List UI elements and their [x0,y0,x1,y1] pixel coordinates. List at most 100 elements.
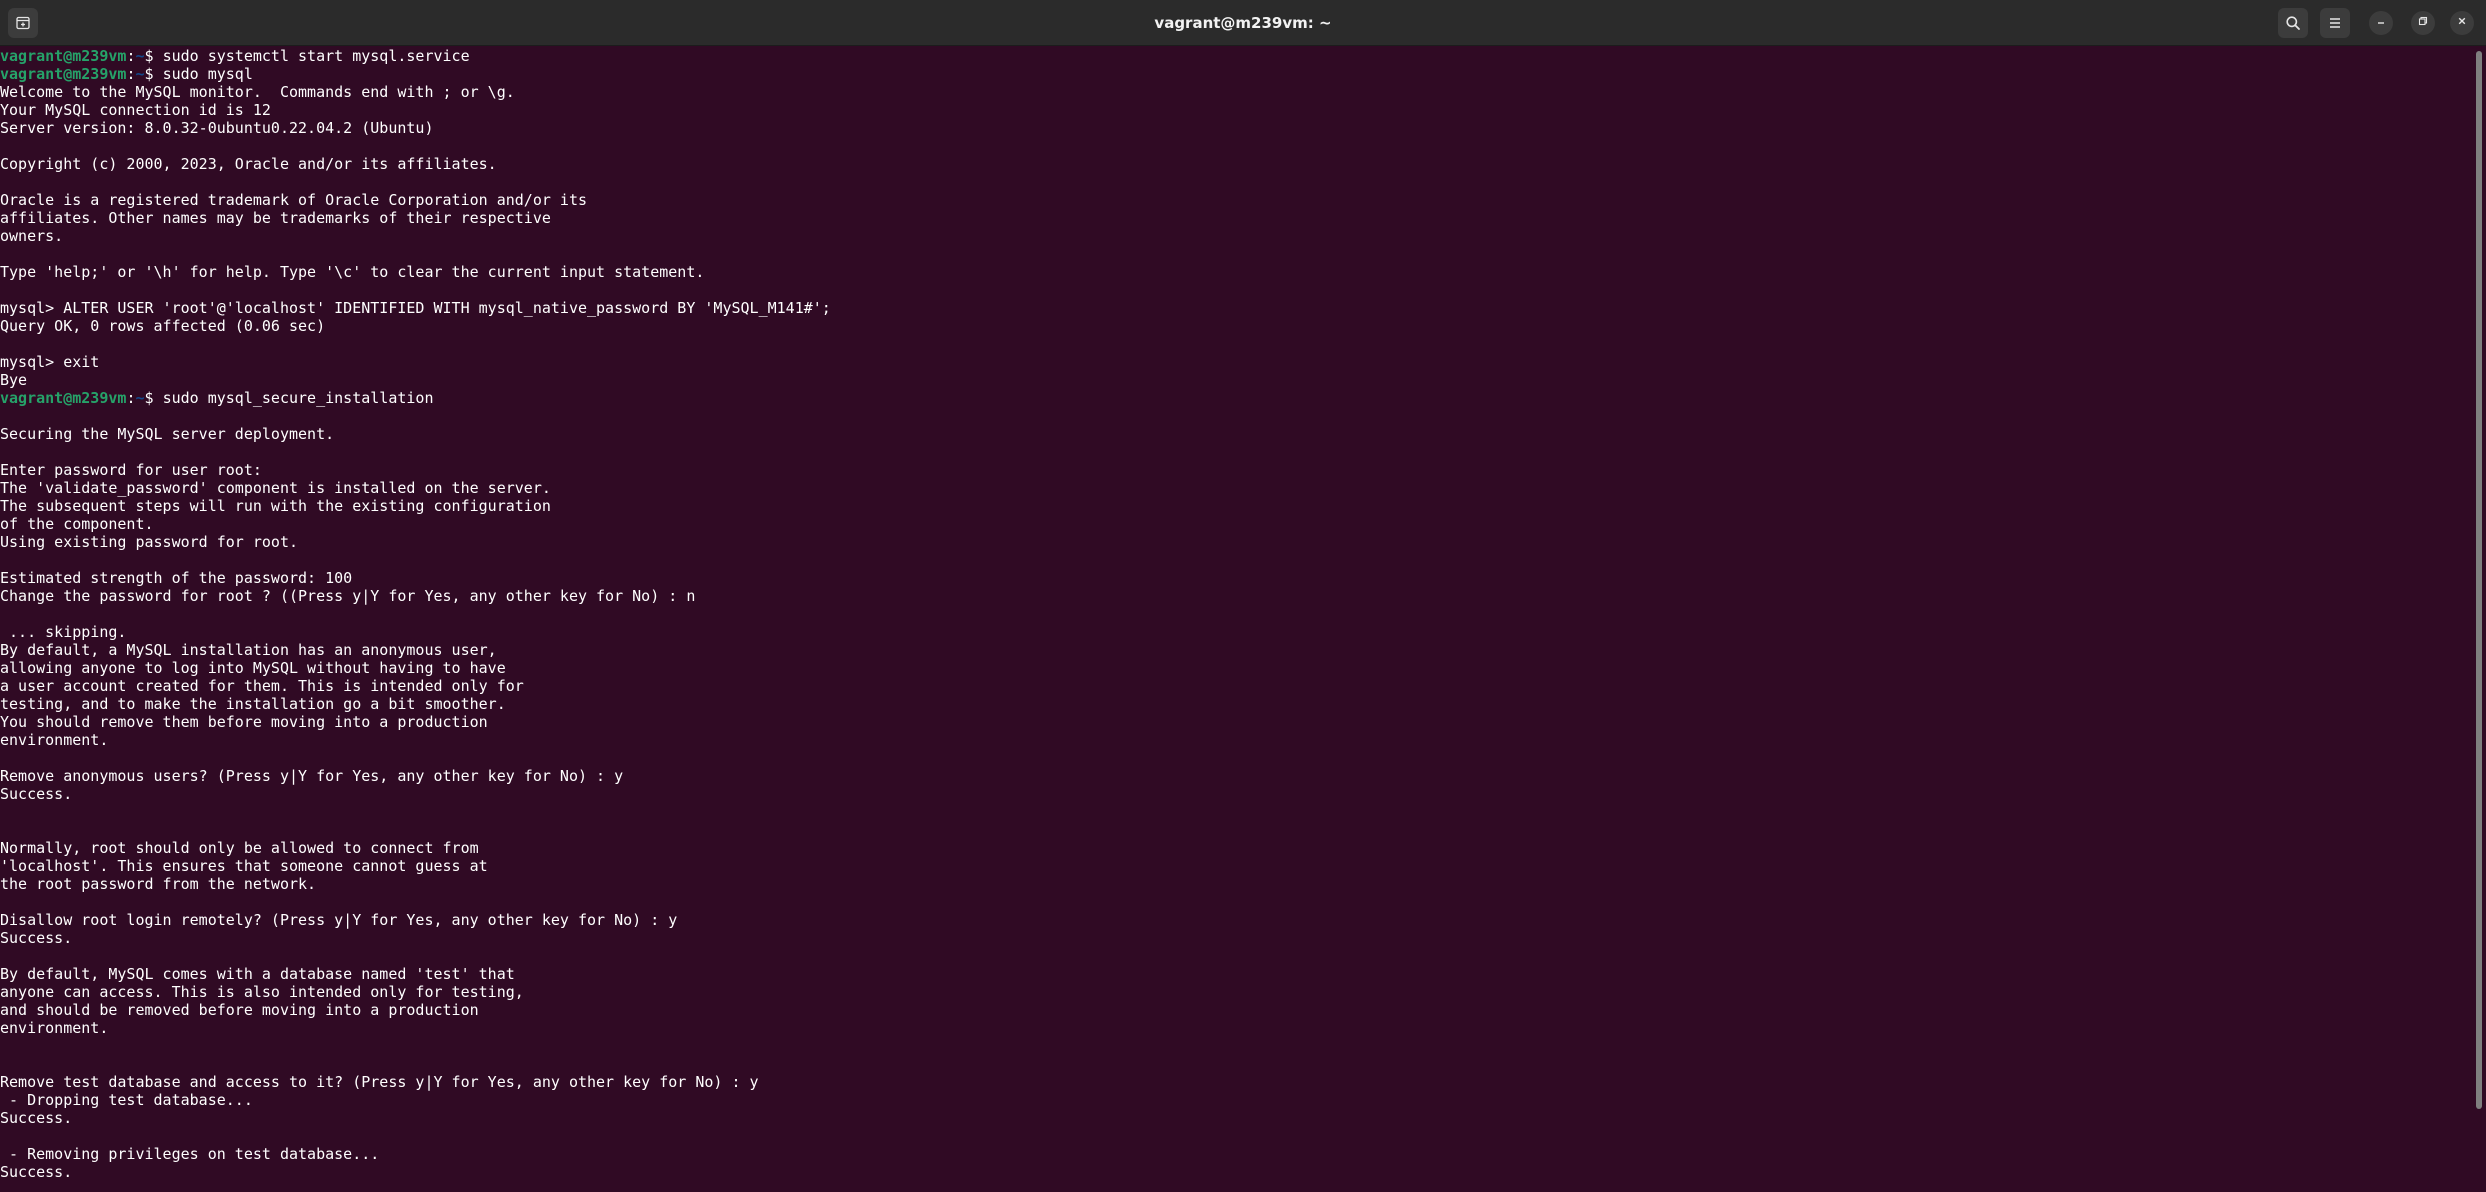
terminal-output-line [0,821,2472,839]
terminal-output-line [0,947,2472,965]
terminal-output-line: By default, a MySQL installation has an … [0,641,2472,659]
terminal-output-line [0,551,2472,569]
terminal-output-line: Enter password for user root: [0,461,2472,479]
terminal-output-line: anyone can access. This is also intended… [0,983,2472,1001]
search-icon [2285,15,2301,31]
prompt-path: ~ [135,389,145,407]
terminal-output-line: Oracle is a registered trademark of Orac… [0,191,2472,209]
output-text: owners. [0,227,64,245]
output-text: - Removing privileges on test database..… [0,1145,380,1163]
output-text: ... skipping. [0,623,127,641]
terminal-output-line: ... skipping. [0,623,2472,641]
menu-button[interactable] [2320,8,2350,38]
terminal-command-line: vagrant@m239vm:~$ sudo mysql [0,65,2472,83]
prompt-symbol: $ [144,389,163,407]
output-text: Oracle is a registered trademark of Orac… [0,191,587,209]
output-text: - Dropping test database... [0,1091,253,1109]
output-text: Enter password for user root: [0,461,271,479]
output-text: Change the password for root ? ((Press y… [0,587,696,605]
terminal-output-line: Success. [0,1163,2472,1181]
output-text: Query OK, 0 rows affected (0.06 sec) [0,317,326,335]
terminal-output-line [0,749,2472,767]
output-text: Securing the MySQL server deployment. [0,425,335,443]
terminal-output-line [0,443,2472,461]
terminal-output-line [0,137,2472,155]
terminal-output-line: of the component. [0,515,2472,533]
output-text: Remove anonymous users? (Press y|Y for Y… [0,767,624,785]
output-text: Copyright (c) 2000, 2023, Oracle and/or … [0,155,497,173]
output-text: environment. [0,1019,109,1037]
terminal-output-line: Disallow root login remotely? (Press y|Y… [0,911,2472,929]
terminal-output-line: By default, MySQL comes with a database … [0,965,2472,983]
terminal-output-line: Server version: 8.0.32-0ubuntu0.22.04.2 … [0,119,2472,137]
output-text: Using existing password for root. [0,533,299,551]
output-text: testing, and to make the installation go… [0,695,506,713]
terminal-output-line: Securing the MySQL server deployment. [0,425,2472,443]
output-text: The subsequent steps will run with the e… [0,497,551,515]
maximize-icon [2417,14,2429,32]
output-text: mysql> exit [0,353,100,371]
terminal-output-line: mysql> ALTER USER 'root'@'localhost' IDE… [0,299,2472,317]
prompt-symbol: $ [144,47,163,65]
terminal-output-line: Bye [0,371,2472,389]
minimize-button[interactable] [2369,11,2393,35]
terminal-output-line: Success. [0,929,2472,947]
terminal-output-line: environment. [0,1019,2472,1037]
prompt-user-host: vagrant@m239vm [0,47,127,65]
output-text: anyone can access. This is also intended… [0,983,524,1001]
output-text: By default, MySQL comes with a database … [0,965,515,983]
terminal-output-line: environment. [0,731,2472,749]
output-text: Welcome to the MySQL monitor. Commands e… [0,83,515,101]
terminal-output-line [0,803,2472,821]
terminal-output-line: Your MySQL connection id is 12 [0,101,2472,119]
terminal-output-line: Type 'help;' or '\h' for help. Type '\c'… [0,263,2472,281]
close-icon [2456,14,2468,32]
output-text: 'localhost'. This ensures that someone c… [0,857,488,875]
terminal-output-line [0,173,2472,191]
terminal-output-line: Estimated strength of the password: 100 [0,569,2472,587]
output-text: Your MySQL connection id is 12 [0,101,271,119]
scrollbar-thumb[interactable] [2476,51,2482,1109]
new-tab-button[interactable] [8,8,38,38]
output-text: mysql> ALTER USER 'root'@'localhost' IDE… [0,299,831,317]
terminal-output-line: - Removing privileges on test database..… [0,1145,2472,1163]
terminal-output-line: The 'validate_password' component is ins… [0,479,2472,497]
prompt-user-host: vagrant@m239vm [0,389,127,407]
close-button[interactable] [2450,11,2474,35]
output-text: Type 'help;' or '\h' for help. Type '\c'… [0,263,705,281]
output-text: Server version: 8.0.32-0ubuntu0.22.04.2 … [0,119,434,137]
output-text: Success. [0,785,73,803]
terminal-output-line [0,245,2472,263]
terminal-output-line: Query OK, 0 rows affected (0.06 sec) [0,317,2472,335]
title-bar: vagrant@m239vm: ~ [0,0,2486,46]
output-text: environment. [0,731,109,749]
prompt-symbol: $ [144,65,163,83]
search-button[interactable] [2278,8,2308,38]
terminal-output-line [0,1037,2472,1055]
terminal-output-line: testing, and to make the installation go… [0,695,2472,713]
terminal-command-line: vagrant@m239vm:~$ sudo mysql_secure_inst… [0,389,2472,407]
terminal-output-line [0,281,2472,299]
minimize-icon [2375,14,2387,32]
output-text: The 'validate_password' component is ins… [0,479,551,497]
terminal-output-line: Success. [0,785,2472,803]
hamburger-menu-icon [2327,15,2343,31]
terminal-lines: vagrant@m239vm:~$ sudo systemctl start m… [0,46,2472,1181]
output-text: of the component. [0,515,154,533]
output-text: allowing anyone to log into MySQL withou… [0,659,506,677]
terminal-output-line: You should remove them before moving int… [0,713,2472,731]
terminal-output[interactable]: vagrant@m239vm:~$ sudo systemctl start m… [0,46,2472,1192]
prompt-path: ~ [135,65,145,83]
output-text: You should remove them before moving int… [0,713,488,731]
prompt-user-host: vagrant@m239vm [0,65,127,83]
prompt-path: ~ [135,47,145,65]
terminal-output-line: Using existing password for root. [0,533,2472,551]
terminal-output-line [0,893,2472,911]
terminal-output-line: mysql> exit [0,353,2472,371]
terminal-output-line: The subsequent steps will run with the e… [0,497,2472,515]
output-text: Success. [0,1109,73,1127]
maximize-button[interactable] [2411,11,2435,35]
terminal-output-line: Change the password for root ? ((Press y… [0,587,2472,605]
scrollbar[interactable] [2472,46,2486,1192]
terminal-output-line: Success. [0,1109,2472,1127]
